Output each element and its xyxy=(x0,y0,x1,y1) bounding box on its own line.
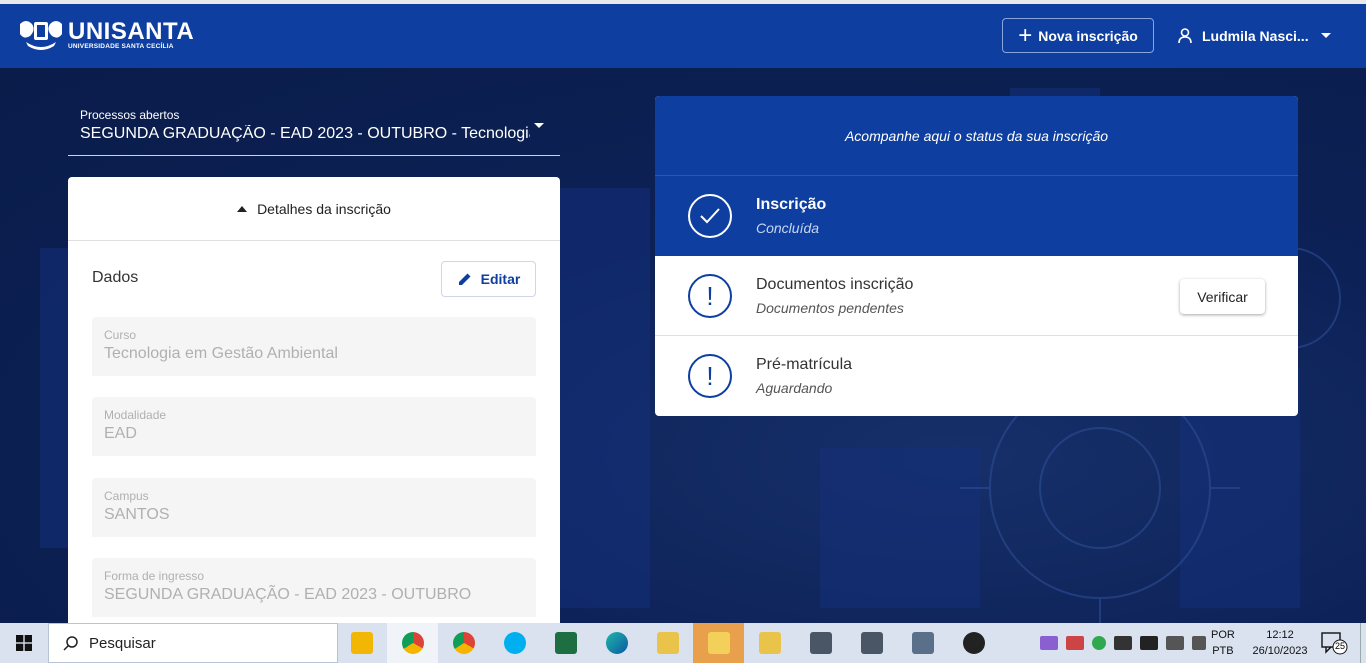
entry-form-field[interactable]: Forma de ingresso SEGUNDA GRADUAÇÃO - EA… xyxy=(92,558,536,617)
remote-desktop-icon[interactable] xyxy=(846,623,897,663)
field-label: Curso xyxy=(104,328,137,342)
step-registration: Inscrição Concluída xyxy=(655,176,1298,256)
search-icon xyxy=(63,636,78,651)
show-desktop-button[interactable] xyxy=(1360,623,1366,663)
plus-icon: + xyxy=(1018,21,1033,49)
field-label: Modalidade xyxy=(104,408,167,422)
chevron-down-icon xyxy=(1320,33,1331,38)
edit-button[interactable]: Editar xyxy=(441,261,536,297)
language-code: POR xyxy=(1211,629,1235,641)
step-subtitle: Documentos pendentes xyxy=(756,300,904,316)
chevron-up-icon xyxy=(237,205,248,212)
pen-icon[interactable] xyxy=(1040,636,1058,650)
clock-date: 26/10/2023 xyxy=(1252,645,1308,657)
field-value: SEGUNDA GRADUAÇÃO - EAD 2023 - OUTUBRO xyxy=(104,586,472,603)
exclamation-icon: ! xyxy=(688,274,732,318)
security-icon[interactable] xyxy=(1140,636,1158,650)
clock-time: 12:12 xyxy=(1266,629,1294,641)
pencil-icon xyxy=(458,273,471,285)
calculator-icon[interactable] xyxy=(897,623,948,663)
process-select[interactable]: Processos abertos SEGUNDA GRADUAÇÃO - EA… xyxy=(68,104,560,156)
status-heading: Acompanhe aqui o status da sua inscrição xyxy=(655,96,1298,176)
details-toggle-label: Detalhes da inscrição xyxy=(257,200,391,217)
chevron-down-icon xyxy=(534,123,544,128)
field-value: SANTOS xyxy=(104,506,170,523)
status-panel: Acompanhe aqui o status da sua inscrição… xyxy=(655,96,1298,416)
step-title: Documentos inscrição xyxy=(756,276,914,293)
step-subtitle: Aguardando xyxy=(756,380,833,396)
notification-count: 25 xyxy=(1334,641,1345,651)
process-select-label: Processos abertos xyxy=(80,108,180,122)
step-subtitle: Concluída xyxy=(756,220,820,236)
notification-center[interactable]: 25 xyxy=(1320,631,1348,655)
network-icon[interactable] xyxy=(1166,636,1184,650)
step-documents: ! Documentos inscrição Documentos penden… xyxy=(655,256,1298,336)
step-title: Pré-matrícula xyxy=(756,356,853,373)
step-pre-enrollment: ! Pré-matrícula Aguardando xyxy=(655,336,1298,416)
section-title: Dados xyxy=(92,269,139,286)
app-header: UNISANTA UNIVERSIDADE SANTA CECÍLIA + No… xyxy=(0,4,1366,68)
check-icon xyxy=(688,194,732,238)
new-registration-button[interactable]: + Nova inscrição xyxy=(1002,18,1154,53)
field-value: EAD xyxy=(104,425,137,442)
app-tray-icon[interactable] xyxy=(1066,636,1084,650)
taskbar-apps xyxy=(336,623,999,663)
file-explorer-icon[interactable] xyxy=(336,623,387,663)
process-select-value: SEGUNDA GRADUAÇÃO - EAD 2023 - OUTUBRO -… xyxy=(80,125,530,142)
new-registration-label: Nova inscrição xyxy=(1038,27,1138,44)
skype-icon[interactable] xyxy=(489,623,540,663)
details-toggle[interactable]: Detalhes da inscrição xyxy=(68,177,560,241)
app-tray-icon[interactable] xyxy=(1114,636,1132,650)
campus-field[interactable]: Campus SANTOS xyxy=(92,478,536,537)
unisanta-logo[interactable]: UNISANTA UNIVERSIDADE SANTA CECÍLIA xyxy=(16,18,194,52)
chrome-icon[interactable] xyxy=(438,623,489,663)
unisanta-emblem-icon xyxy=(16,18,66,52)
remote-desktop-icon[interactable] xyxy=(795,623,846,663)
edit-button-label: Editar xyxy=(480,271,521,287)
user-name: Ludmila Nasci... xyxy=(1202,27,1309,44)
shield-check-icon[interactable] xyxy=(1092,636,1106,650)
system-tray xyxy=(1040,623,1214,663)
clock[interactable]: 12:12 26/10/2023 xyxy=(1247,627,1313,659)
volume-icon[interactable] xyxy=(1192,636,1206,650)
language-indicator[interactable]: POR PTB xyxy=(1211,627,1235,659)
search-placeholder: Pesquisar xyxy=(89,634,156,652)
field-label: Campus xyxy=(104,489,149,503)
app-circle-icon[interactable] xyxy=(948,623,999,663)
chrome-icon[interactable] xyxy=(387,623,438,663)
excel-icon[interactable] xyxy=(540,623,591,663)
taskbar-search[interactable]: Pesquisar xyxy=(48,623,338,663)
app-tool-icon[interactable] xyxy=(642,623,693,663)
edge-icon[interactable] xyxy=(591,623,642,663)
keyboard-layout: PTB xyxy=(1212,645,1234,657)
start-button[interactable] xyxy=(0,623,48,663)
modality-field[interactable]: Modalidade EAD xyxy=(92,397,536,456)
details-card: Detalhes da inscrição Dados Editar Curso… xyxy=(68,177,560,623)
user-menu[interactable]: Ludmila Nasci... xyxy=(1178,18,1331,53)
user-icon xyxy=(1178,27,1192,44)
exclamation-icon: ! xyxy=(688,354,732,398)
windows-icon xyxy=(16,635,32,651)
logo-name: UNISANTA xyxy=(68,17,195,45)
step-title: Inscrição xyxy=(756,196,827,213)
field-value: Tecnologia em Gestão Ambiental xyxy=(104,345,338,362)
app-tool-icon[interactable] xyxy=(744,623,795,663)
course-field[interactable]: Curso Tecnologia em Gestão Ambiental xyxy=(92,317,536,376)
windows-taskbar: Pesquisar POR PTB 12:12 26/10/2023 25 xyxy=(0,623,1366,663)
field-label: Forma de ingresso xyxy=(104,569,205,583)
verify-button[interactable]: Verificar xyxy=(1180,279,1265,314)
app-tool-icon[interactable] xyxy=(693,623,744,663)
